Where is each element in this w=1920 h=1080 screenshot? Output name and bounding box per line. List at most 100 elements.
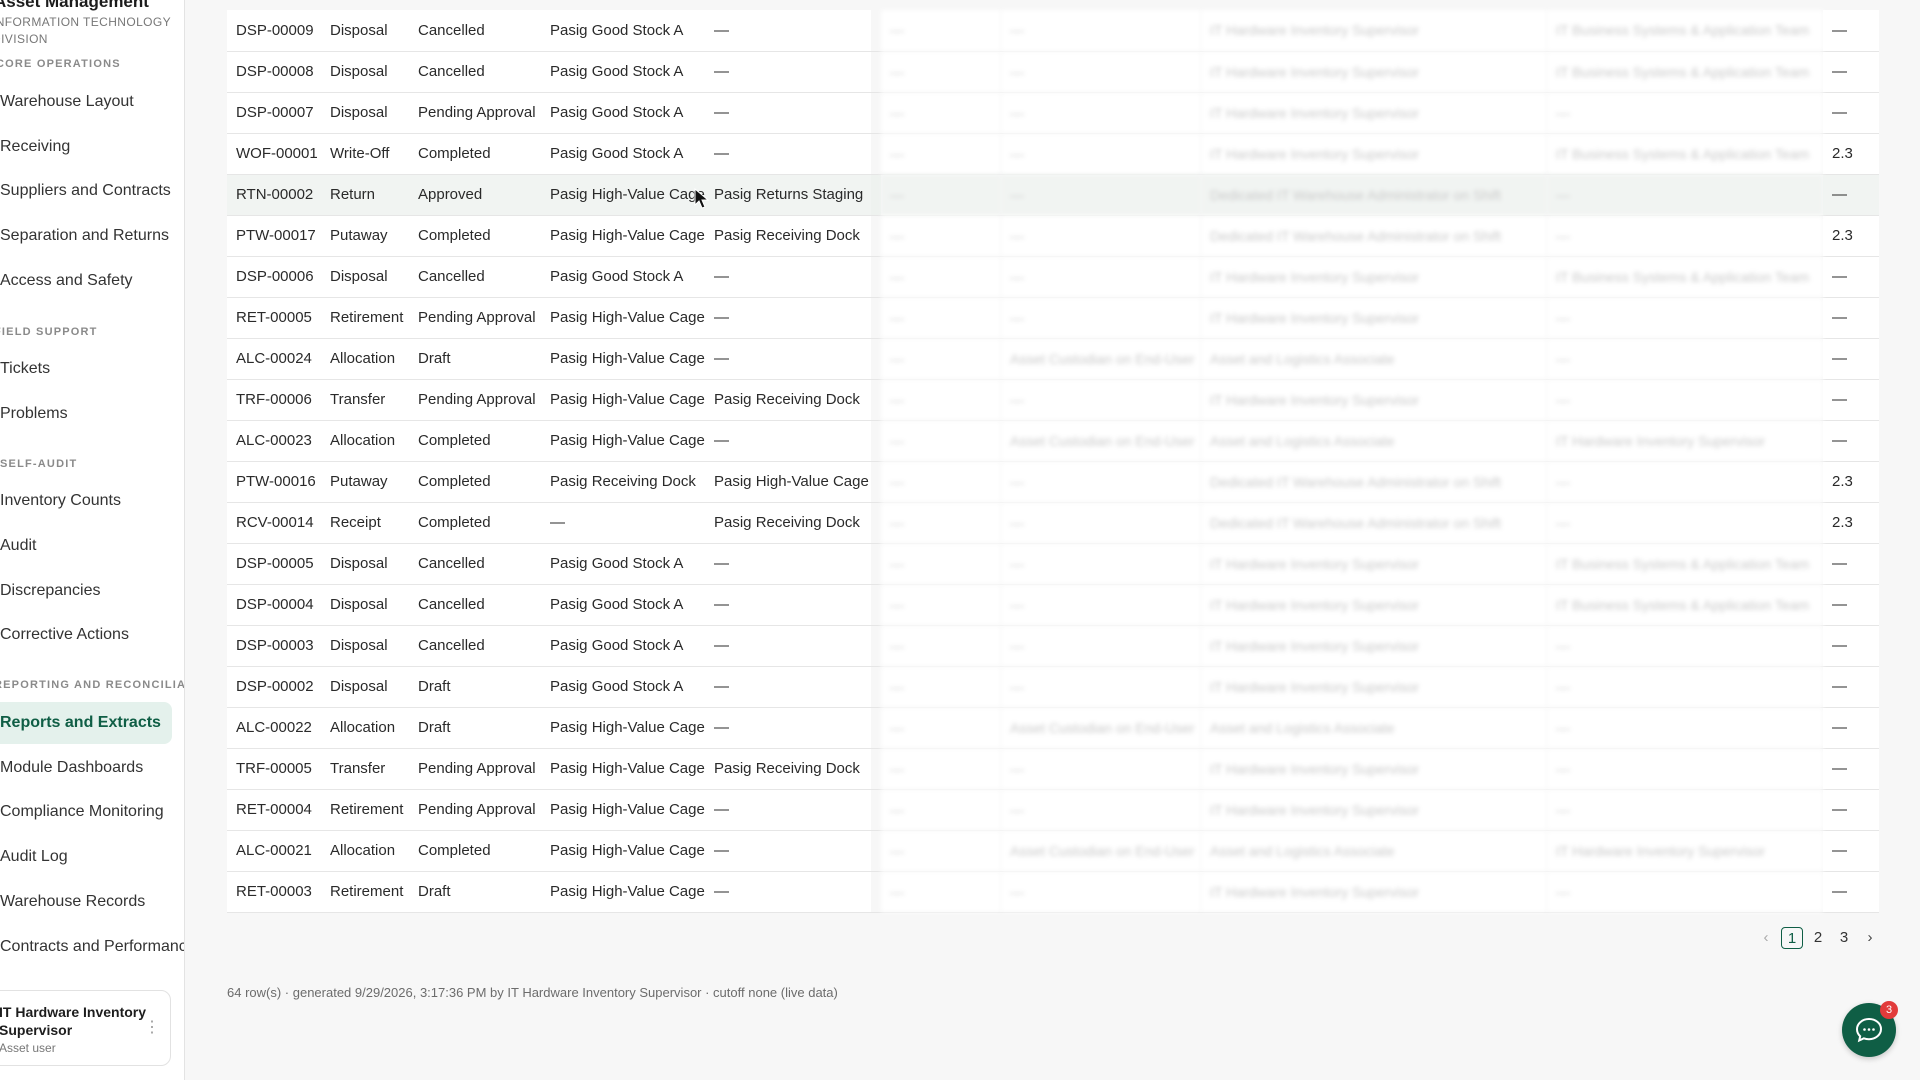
table-row[interactable]: PTW-00016 Putaway Completed Pasig Receiving… [227, 461, 1879, 503]
cell-status: Completed [409, 215, 541, 257]
sidebar-item-problems[interactable]: Problems [0, 393, 172, 435]
sidebar-item-receiving[interactable]: Receiving [0, 126, 172, 168]
cell-to-location: Pasig Receiving Dock [705, 379, 871, 421]
page-1-button[interactable]: 1 [1781, 927, 1803, 949]
table-row[interactable]: RCV-00014 Receipt Completed — Pasig Receivin… [227, 502, 1879, 544]
cell-to-location: — [705, 51, 871, 93]
table-row[interactable]: RET-00005 Retirement Pending Approval Pasig… [227, 297, 1879, 339]
cell-to-location: — [705, 543, 871, 585]
table-row[interactable]: DSP-00006 Disposal Cancelled Pasig Good Sto… [227, 256, 1879, 298]
table-row[interactable]: DSP-00008 Disposal Cancelled Pasig Good Sto… [227, 51, 1879, 93]
cell-status: Draft [409, 666, 541, 708]
cell-to-location: — [705, 625, 871, 667]
page-3-button[interactable]: 3 [1833, 927, 1855, 949]
table-row[interactable]: RTN-00002 Return Approved Pasig High-Value … [227, 174, 1879, 216]
cell-blurred-3: IT Hardware Inventory Supervisor [1201, 297, 1547, 339]
cell-blurred-1: — [881, 51, 1001, 93]
table-row[interactable]: DSP-00004 Disposal Cancelled Pasig Good Sto… [227, 584, 1879, 626]
cell-type: Putaway [321, 215, 409, 257]
table-row[interactable]: ALC-00024 Allocation Draft Pasig High-Value… [227, 338, 1879, 380]
next-page-button[interactable]: › [1859, 927, 1881, 949]
sidebar-item-suppliers[interactable]: Suppliers and Contracts [0, 170, 172, 212]
cell-blurred-1: — [881, 174, 1001, 216]
cell-type: Disposal [321, 584, 409, 626]
cell-blurred-2: — [1001, 871, 1201, 913]
page-2-button[interactable]: 2 [1807, 927, 1829, 949]
column-gap [871, 10, 881, 52]
sidebar-item-module-dashboards[interactable]: Module Dashboards [0, 747, 172, 789]
table-row[interactable]: DSP-00003 Disposal Cancelled Pasig Good Sto… [227, 625, 1879, 667]
cell-from-location: Pasig High-Value Cage [541, 338, 705, 380]
kebab-menu-icon[interactable]: ⋮ [144, 1017, 160, 1037]
cell-to-location: — [705, 256, 871, 298]
cell-blurred-3: IT Hardware Inventory Supervisor [1201, 51, 1547, 93]
cell-blurred-1: — [881, 666, 1001, 708]
column-gap [871, 748, 881, 790]
cell-blurred-1: — [881, 748, 1001, 790]
cell-id: RCV-00014 [227, 502, 321, 544]
table-row[interactable]: DSP-00009 Disposal Cancelled Pasig Good Sto… [227, 10, 1879, 52]
table-row[interactable]: ALC-00022 Allocation Draft Pasig High-Value… [227, 707, 1879, 749]
column-gap [871, 133, 881, 175]
cell-value: — [1823, 256, 1879, 298]
table-row[interactable]: PTW-00017 Putaway Completed Pasig High-Valu… [227, 215, 1879, 257]
column-gap [871, 338, 881, 380]
cell-blurred-3: Dedicated IT Warehouse Administrator on … [1201, 174, 1547, 216]
sidebar-item-warehouse-layout[interactable]: Warehouse Layout [0, 81, 172, 123]
pagination: ‹ 1 2 3 › [1755, 927, 1881, 949]
sidebar-item-audit[interactable]: Audit [0, 525, 172, 567]
cell-blurred-3: IT Hardware Inventory Supervisor [1201, 379, 1547, 421]
cell-type: Disposal [321, 92, 409, 134]
cell-blurred-3: Asset and Logistics Associate [1201, 707, 1547, 749]
sidebar-item-reports-extracts[interactable]: Reports and Extracts [0, 702, 172, 744]
cell-value: — [1823, 789, 1879, 831]
sidebar-item-access-safety[interactable]: Access and Safety [0, 260, 172, 302]
brand-subtitle-line-1: INFORMATION TECHNOLOGY [0, 15, 172, 29]
table-row[interactable]: WOF-00001 Write-Off Completed Pasig Good St… [227, 133, 1879, 175]
cell-blurred-1: — [881, 871, 1001, 913]
table-row[interactable]: DSP-00002 Disposal Draft Pasig Good Stock A… [227, 666, 1879, 708]
sidebar-item-corrective-actions[interactable]: Corrective Actions [0, 614, 172, 656]
cell-blurred-4: — [1547, 174, 1823, 216]
cell-from-location: Pasig Good Stock A [541, 133, 705, 175]
sidebar-item-inventory-counts[interactable]: Inventory Counts [0, 480, 172, 522]
cell-to-location: — [705, 789, 871, 831]
cell-status: Pending Approval [409, 297, 541, 339]
cell-from-location: Pasig Receiving Dock [541, 461, 705, 503]
table-row[interactable]: TRF-00006 Transfer Pending Approval Pasig H… [227, 379, 1879, 421]
cell-id: DSP-00007 [227, 92, 321, 134]
cell-to-location: — [705, 133, 871, 175]
table-row[interactable]: ALC-00023 Allocation Completed Pasig High-V… [227, 420, 1879, 462]
cell-from-location: Pasig Good Stock A [541, 10, 705, 52]
cell-blurred-3: Asset and Logistics Associate [1201, 338, 1547, 380]
cell-from-location: Pasig Good Stock A [541, 51, 705, 93]
sidebar-item-compliance-monitoring[interactable]: Compliance Monitoring [0, 791, 172, 833]
table-row[interactable]: DSP-00005 Disposal Cancelled Pasig Good Sto… [227, 543, 1879, 585]
sidebar-item-tickets[interactable]: Tickets [0, 348, 172, 390]
cell-value: — [1823, 625, 1879, 667]
table-row[interactable]: ALC-00021 Allocation Completed Pasig High-V… [227, 830, 1879, 872]
sidebar-item-audit-log[interactable]: Audit Log [0, 836, 172, 878]
sidebar-item-discrepancies[interactable]: Discrepancies [0, 570, 172, 612]
cell-status: Pending Approval [409, 92, 541, 134]
table-row[interactable]: DSP-00007 Disposal Pending Approval Pasig G… [227, 92, 1879, 134]
sidebar-item-warehouse-records[interactable]: Warehouse Records [0, 881, 172, 923]
cell-status: Cancelled [409, 51, 541, 93]
cell-id: RET-00003 [227, 871, 321, 913]
sidebar-item-separation-returns[interactable]: Separation and Returns [0, 215, 172, 257]
user-card[interactable]: IT Hardware Inventory Supervisor Asset u… [0, 990, 171, 1066]
cell-from-location: Pasig Good Stock A [541, 625, 705, 667]
cell-status: Cancelled [409, 625, 541, 667]
table-row[interactable]: RET-00004 Retirement Pending Approval Pasig… [227, 789, 1879, 831]
cell-blurred-4: — [1547, 379, 1823, 421]
cell-blurred-3: IT Hardware Inventory Supervisor [1201, 871, 1547, 913]
column-gap [871, 92, 881, 134]
cell-status: Completed [409, 502, 541, 544]
table-row[interactable]: RET-00003 Retirement Draft Pasig High-Value… [227, 871, 1879, 913]
prev-page-button[interactable]: ‹ [1755, 927, 1777, 949]
brand-subtitle: INFORMATION TECHNOLOGY DIVISION [0, 14, 171, 48]
table-row[interactable]: TRF-00005 Transfer Pending Approval Pasig H… [227, 748, 1879, 790]
sidebar-item-contracts-performance[interactable]: Contracts and Performance [0, 926, 184, 968]
cell-blurred-1: — [881, 789, 1001, 831]
cell-type: Disposal [321, 543, 409, 585]
